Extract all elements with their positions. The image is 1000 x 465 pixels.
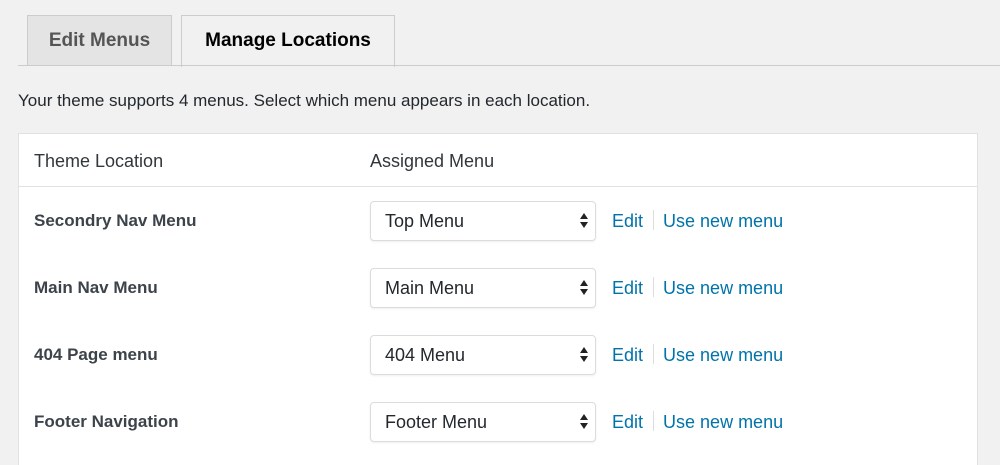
menu-select-value: Top Menu <box>385 211 465 231</box>
menu-select[interactable]: Main Menu <box>370 268 596 308</box>
menu-select-value: Main Menu <box>385 278 475 298</box>
row-actions: Edit Use new menu <box>612 209 783 233</box>
up-down-caret-icon <box>579 412 589 432</box>
location-name: Secondry Nav Menu <box>34 211 197 230</box>
menu-locations-table: Theme Location Assigned Menu Secondry Na… <box>18 133 978 465</box>
up-down-caret-icon <box>579 278 589 298</box>
header-theme-location: Theme Location <box>34 151 164 171</box>
menu-select-value: Footer Menu <box>385 412 488 432</box>
menu-select[interactable]: Top Menu <box>370 201 596 241</box>
edit-menu-link[interactable]: Edit <box>612 211 643 231</box>
intro-text: Your theme supports 4 menus. Select whic… <box>18 91 591 110</box>
edit-menu-link[interactable]: Edit <box>612 345 643 365</box>
up-down-caret-icon <box>579 211 589 231</box>
use-new-menu-link[interactable]: Use new menu <box>663 211 783 231</box>
menu-select-value: 404 Menu <box>385 345 466 365</box>
row-actions: Edit Use new menu <box>612 343 783 367</box>
table-row: Main Nav Menu Main Menu Edit Use new menu <box>19 254 977 321</box>
table-header: Theme Location Assigned Menu <box>19 134 977 187</box>
location-name: Footer Navigation <box>34 412 179 431</box>
edit-menu-link[interactable]: Edit <box>612 278 643 298</box>
header-assigned-menu: Assigned Menu <box>370 151 495 171</box>
location-name: Main Nav Menu <box>34 278 158 297</box>
nav-tab-wrapper: Edit Menus Manage Locations <box>0 0 1000 67</box>
location-name: 404 Page menu <box>34 345 158 364</box>
up-down-caret-icon <box>579 345 589 365</box>
separator <box>653 210 655 231</box>
tab-edit-menus[interactable]: Edit Menus <box>27 15 172 66</box>
edit-menu-link[interactable]: Edit <box>612 412 643 432</box>
table-row: 404 Page menu 404 Menu Edit Use new menu <box>19 321 977 388</box>
row-actions: Edit Use new menu <box>612 410 783 434</box>
separator <box>653 411 655 432</box>
use-new-menu-link[interactable]: Use new menu <box>663 345 783 365</box>
menu-select[interactable]: 404 Menu <box>370 335 596 375</box>
separator <box>653 344 655 365</box>
table-row: Footer Navigation Footer Menu Edit Use ne… <box>19 388 977 455</box>
tab-manage-locations[interactable]: Manage Locations <box>181 15 395 67</box>
row-actions: Edit Use new menu <box>612 276 783 300</box>
use-new-menu-link[interactable]: Use new menu <box>663 278 783 298</box>
menu-select[interactable]: Footer Menu <box>370 402 596 442</box>
use-new-menu-link[interactable]: Use new menu <box>663 412 783 432</box>
separator <box>653 277 655 298</box>
table-row: Secondry Nav Menu Top Menu Edit Use new m… <box>19 187 977 254</box>
tabs-divider <box>18 65 1000 66</box>
